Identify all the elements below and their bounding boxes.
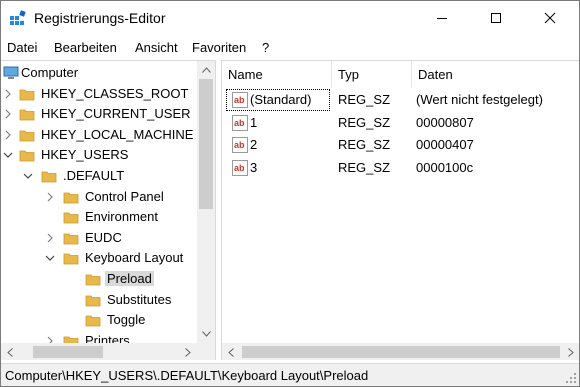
scroll-up-arrow-icon[interactable] [197, 61, 215, 79]
table-row[interactable]: ab 3 REG_SZ 0000100c [222, 157, 579, 179]
value-name-cell[interactable]: ab 3 [226, 157, 330, 179]
value-data: 0000100c [416, 159, 474, 175]
menu-favoriten[interactable]: Favoriten [192, 40, 246, 55]
close-button[interactable] [527, 1, 573, 34]
folder-icon [19, 107, 35, 121]
title-bar[interactable]: Registrierungs-Editor [1, 1, 579, 34]
maximize-icon [491, 12, 501, 23]
chevron-right-icon[interactable] [45, 231, 55, 245]
menu-bearbeiten[interactable]: Bearbeiten [54, 40, 117, 55]
scrollbar-thumb[interactable] [242, 346, 560, 358]
tree-item-label: .DEFAULT [63, 167, 125, 183]
value-name-cell[interactable]: ab 1 [226, 112, 330, 134]
tree-item-label: Control Panel [85, 188, 164, 204]
table-row[interactable]: ab (Standard) REG_SZ (Wert nicht festgelegt… [222, 89, 579, 111]
value-type: REG_SZ [338, 137, 391, 152]
values-list[interactable]: Name Typ Daten ab (Standard) REG_SZ (Wert n… [221, 60, 579, 360]
column-header-data[interactable]: Daten [412, 61, 579, 87]
scroll-left-arrow-icon[interactable] [222, 343, 240, 360]
tree-item-label: HKEY_CLASSES_ROOT [41, 85, 189, 101]
maximize-button[interactable] [473, 1, 519, 34]
tree-item-label: HKEY_USERS [41, 147, 129, 163]
value-name: 1 [250, 114, 258, 130]
folder-open-icon [19, 148, 35, 162]
tree-vertical-scrollbar[interactable] [197, 61, 215, 343]
svg-text:ab: ab [234, 163, 245, 173]
value-name: (Standard) [250, 92, 312, 107]
key-tree[interactable]: Computer HKEY_CLASSES_ROOT HKEY_CURRENT_U… [1, 60, 216, 360]
folder-open-icon [41, 169, 57, 183]
registry-editor-app-icon [9, 9, 27, 27]
window-title: Registrierungs-Editor [34, 10, 166, 26]
folder-icon [63, 231, 79, 245]
menu-help[interactable]: ? [262, 40, 269, 55]
svg-text:ab: ab [234, 140, 245, 150]
folder-open-icon [63, 251, 79, 265]
resize-grip-icon[interactable] [565, 372, 577, 384]
status-bar: Computer\HKEY_USERS\.DEFAULT\Keyboard La… [1, 363, 579, 386]
value-data: 00000807 [416, 114, 474, 130]
chevron-down-icon[interactable] [45, 251, 55, 265]
chevron-down-icon[interactable] [3, 148, 13, 162]
folder-icon [63, 190, 79, 204]
scrollbar-thumb[interactable] [33, 346, 103, 358]
status-path: Computer\HKEY_USERS\.DEFAULT\Keyboard La… [5, 368, 369, 383]
value-type: REG_SZ [338, 92, 391, 107]
tree-item-label: EUDC [85, 229, 122, 245]
folder-icon [85, 293, 101, 307]
tree-item-label: Substitutes [107, 291, 172, 307]
chevron-right-icon[interactable] [3, 107, 13, 121]
chevron-right-icon[interactable] [3, 128, 13, 142]
scroll-left-arrow-icon[interactable] [1, 343, 19, 360]
close-icon [544, 12, 556, 23]
chevron-down-icon[interactable] [23, 169, 33, 183]
folder-icon [63, 210, 79, 224]
scroll-right-arrow-icon[interactable] [179, 343, 197, 360]
table-row[interactable]: ab 2 REG_SZ 00000407 [222, 134, 579, 156]
folder-icon [19, 128, 35, 142]
scroll-right-arrow-icon[interactable] [562, 343, 579, 360]
value-type: REG_SZ [338, 114, 391, 130]
value-name-cell[interactable]: ab 2 [226, 134, 330, 156]
value-data: (Wert nicht festgelegt) [416, 92, 543, 107]
chevron-right-icon[interactable] [3, 87, 13, 101]
tree-item-label: Preload [105, 270, 154, 286]
string-value-icon: ab [232, 137, 248, 153]
tree-item-label: HKEY_CURRENT_USER [41, 106, 191, 122]
string-value-icon: ab [232, 159, 248, 176]
tree-item-label: HKEY_LOCAL_MACHINE [41, 126, 194, 142]
scrollbar-corner [197, 343, 215, 360]
chevron-right-icon[interactable] [45, 190, 55, 204]
menu-ansicht[interactable]: Ansicht [135, 40, 178, 55]
computer-icon [3, 66, 19, 83]
string-value-icon: ab [232, 92, 248, 108]
tree-horizontal-scrollbar[interactable] [1, 343, 197, 360]
tree-item-label: Computer [21, 65, 79, 80]
registry-editor-window: Registrierungs-Editor Datei Bearbeiten A… [0, 0, 580, 387]
values-horizontal-scrollbar[interactable] [222, 343, 579, 360]
svg-text:ab: ab [234, 118, 245, 128]
value-name-cell[interactable]: ab (Standard) [226, 89, 330, 111]
minimize-button[interactable] [419, 1, 465, 34]
folder-open-icon [85, 272, 101, 286]
folder-icon [85, 313, 101, 327]
menu-datei[interactable]: Datei [7, 40, 37, 55]
scrollbar-thumb[interactable] [199, 79, 213, 209]
tree-item-label: Toggle [107, 312, 146, 328]
value-name: 2 [250, 137, 258, 152]
column-header-type[interactable]: Typ [332, 61, 412, 87]
tree-item-label: Keyboard Layout [85, 250, 184, 266]
svg-text:ab: ab [234, 95, 245, 105]
string-value-icon: ab [232, 114, 248, 131]
value-type: REG_SZ [338, 159, 391, 175]
table-row[interactable]: ab 1 REG_SZ 00000807 [222, 112, 579, 134]
value-name: 3 [250, 159, 258, 175]
menu-bar: Datei Bearbeiten Ansicht Favoriten ? [1, 37, 579, 59]
column-header-name[interactable]: Name [222, 61, 332, 87]
folder-icon [19, 87, 35, 101]
minimize-icon [437, 17, 447, 19]
scroll-down-arrow-icon[interactable] [197, 325, 215, 343]
value-data: 00000407 [416, 137, 474, 152]
tree-item-label: Environment [85, 209, 158, 225]
